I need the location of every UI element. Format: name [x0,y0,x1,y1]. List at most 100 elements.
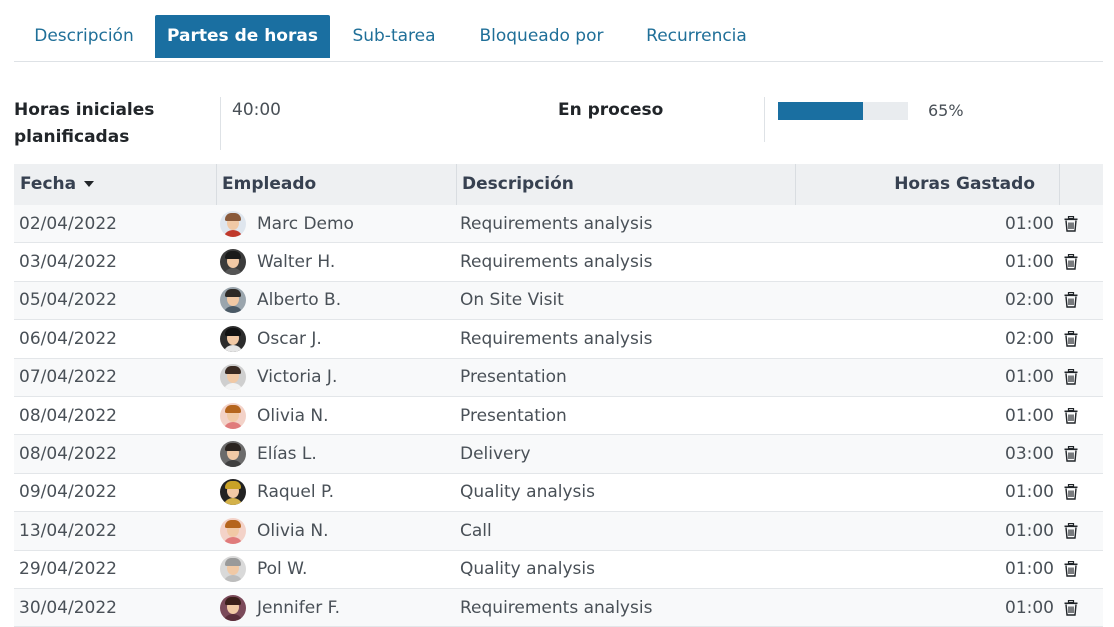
trash-icon[interactable] [1062,282,1080,319]
trash-icon[interactable] [1062,589,1080,626]
column-header-hours[interactable]: Horas Gastado [795,164,1035,205]
row-employee[interactable]: Walter H. [220,243,335,280]
row-hours[interactable]: 02:00 [974,320,1054,357]
row-date[interactable]: 02/04/2022 [19,205,117,242]
planned-hours-label-line1: Horas iniciales [14,100,155,120]
planned-hours-value[interactable]: 40:00 [232,97,281,124]
row-employee[interactable]: Victoria J. [220,359,337,396]
trash-icon[interactable] [1062,320,1080,357]
employee-name: Victoria J. [257,367,338,388]
row-employee[interactable]: Jennifer F. [220,589,340,626]
table-row[interactable]: 29/04/2022 Pol W. Quality analysis 01:00 [14,551,1103,589]
table-row[interactable]: 30/04/2022 Jennifer F. Requirements anal… [14,589,1103,627]
employee-name: Alberto B. [257,290,342,311]
table-row[interactable]: 08/04/2022 Elías L. Delivery 03:00 [14,435,1103,474]
row-employee[interactable]: Raquel P. [220,474,334,511]
row-employee[interactable]: Oscar J. [220,320,322,357]
row-date[interactable]: 07/04/2022 [19,359,117,396]
row-hours[interactable]: 01:00 [974,243,1054,280]
progress-divider [764,97,765,142]
row-date[interactable]: 09/04/2022 [19,474,117,511]
sort-caret-icon [84,181,95,187]
row-date[interactable]: 29/04/2022 [19,551,117,588]
table-row[interactable]: 07/04/2022 Victoria J. Presentation 01:0… [14,358,1103,397]
row-description[interactable]: Presentation [460,397,567,434]
tab-descripcion[interactable]: Descripción [18,15,150,58]
row-date[interactable]: 30/04/2022 [19,589,117,626]
row-hours[interactable]: 01:00 [974,589,1054,626]
row-description[interactable]: Requirements analysis [460,243,652,280]
row-employee[interactable]: Elías L. [220,435,317,472]
row-date[interactable]: 05/04/2022 [19,282,117,319]
trash-icon[interactable] [1062,205,1080,242]
employee-name: Olivia N. [257,520,329,541]
tab-recurrencia[interactable]: Recurrencia [631,15,762,58]
row-date[interactable]: 08/04/2022 [19,435,117,472]
avatar [220,210,246,237]
row-hours[interactable]: 02:00 [974,282,1054,319]
table-row[interactable]: 03/04/2022 Walter H. Requirements analys… [14,243,1103,282]
summary-divider [220,97,221,150]
avatar [220,479,246,506]
progress-bar [778,102,908,120]
trash-icon[interactable] [1062,243,1080,280]
row-employee[interactable]: Alberto B. [220,282,341,319]
employee-name: Elías L. [257,444,317,465]
row-description[interactable]: Requirements analysis [460,589,652,626]
row-employee[interactable]: Marc Demo [220,205,354,242]
row-date[interactable]: 03/04/2022 [19,243,117,280]
table-row[interactable]: 06/04/2022 Oscar J. Requirements analysi… [14,320,1103,359]
tab-bloqueado-por[interactable]: Bloqueado por [464,15,619,58]
avatar [220,249,246,276]
row-date[interactable]: 06/04/2022 [19,320,117,357]
progress-percent: 65% [928,101,964,120]
trash-icon[interactable] [1062,435,1080,472]
column-divider [216,164,217,205]
row-hours[interactable]: 01:00 [974,397,1054,434]
column-header-date-label: Fecha [20,174,77,194]
employee-name: Olivia N. [257,405,329,426]
row-description[interactable]: Call [460,512,492,549]
row-description[interactable]: Presentation [460,359,567,396]
column-header-employee[interactable]: Empleado [222,164,316,205]
table-row[interactable]: 09/04/2022 Raquel P. Quality analysis 01… [14,474,1103,513]
avatar [220,325,246,352]
row-employee[interactable]: Olivia N. [220,397,329,434]
avatar [220,441,246,468]
tab-sub-tarea[interactable]: Sub-tarea [336,15,452,58]
avatar [220,402,246,429]
employee-name: Walter H. [257,252,336,273]
column-divider [1059,164,1060,205]
row-description[interactable]: Requirements analysis [460,205,652,242]
row-employee[interactable]: Olivia N. [220,512,329,549]
trash-icon[interactable] [1062,474,1080,511]
row-date[interactable]: 13/04/2022 [19,512,117,549]
table-row[interactable]: 05/04/2022 Alberto B. On Site Visit 02:0… [14,281,1103,321]
row-description[interactable]: Requirements analysis [460,320,652,357]
column-header-date[interactable]: Fecha [20,164,95,205]
table-row[interactable]: 13/04/2022 Olivia N. Call 01:00 [14,512,1103,551]
row-description[interactable]: Delivery [460,435,531,472]
table-header: Fecha Empleado Descripción Horas Gastado [14,164,1103,206]
row-description[interactable]: Quality analysis [460,551,595,588]
trash-icon[interactable] [1062,551,1080,588]
avatar [220,364,246,391]
row-hours[interactable]: 01:00 [974,205,1054,242]
row-date[interactable]: 08/04/2022 [19,397,117,434]
row-hours[interactable]: 01:00 [974,551,1054,588]
tab-partes-de-horas[interactable]: Partes de horas [155,15,330,58]
row-hours[interactable]: 01:00 [974,359,1054,396]
row-hours[interactable]: 03:00 [974,435,1054,472]
table-row[interactable]: 08/04/2022 Olivia N. Presentation 01:00 [14,397,1103,436]
table-row[interactable]: 02/04/2022 Marc Demo Requirements analys… [14,205,1103,244]
row-employee[interactable]: Pol W. [220,551,307,588]
column-header-description[interactable]: Descripción [462,164,574,205]
trash-icon[interactable] [1062,512,1080,549]
row-description[interactable]: Quality analysis [460,474,595,511]
row-hours[interactable]: 01:00 [974,474,1054,511]
row-description[interactable]: On Site Visit [460,282,564,319]
trash-icon[interactable] [1062,397,1080,434]
avatar [220,556,246,583]
row-hours[interactable]: 01:00 [974,512,1054,549]
trash-icon[interactable] [1062,359,1080,396]
